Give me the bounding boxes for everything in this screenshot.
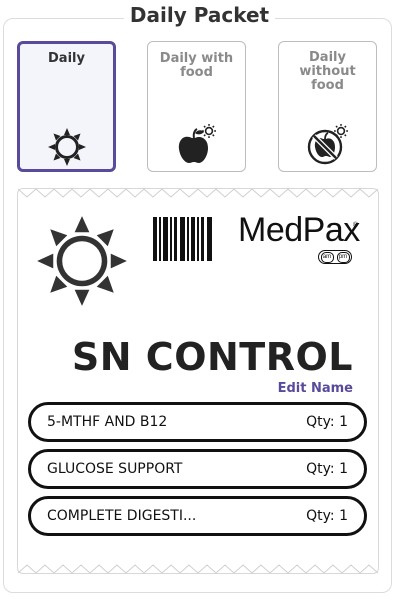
packet-top-edge: [18, 188, 379, 198]
option-daily-with-food-label: Daily with food: [159, 51, 234, 80]
sun-icon-large: [37, 216, 127, 306]
supplement-item[interactable]: 5-MTHF AND B12 Qty: 1: [28, 402, 367, 442]
option-daily-without-food-label: Daily without food: [299, 50, 356, 93]
barcode-icon: [153, 217, 212, 261]
supplement-name: 5-MTHF AND B12: [47, 414, 168, 430]
supplement-item[interactable]: GLUCOSE SUPPORT Qty: 1: [28, 449, 367, 489]
supplement-name: COMPLETE DIGESTI...: [47, 508, 197, 524]
title-text: Daily Packet: [123, 3, 276, 27]
option-daily[interactable]: Daily: [17, 41, 116, 172]
am-pm-badge: am pm: [318, 250, 352, 264]
registered-mark: ®: [353, 222, 359, 229]
edit-name-link[interactable]: Edit Name: [278, 381, 353, 396]
apple-sun-icon: [178, 124, 216, 163]
option-daily-without-food[interactable]: Daily without food: [278, 41, 377, 172]
medpax-logo: MedPax: [238, 211, 360, 249]
packet-name: SN CONTROL: [71, 335, 353, 379]
page-title: Daily Packet: [0, 3, 399, 27]
supplement-item[interactable]: COMPLETE DIGESTI... Qty: 1: [28, 496, 367, 536]
no-food-icon: [307, 124, 348, 165]
supplement-qty: Qty: 1: [306, 508, 348, 524]
supplement-qty: Qty: 1: [306, 461, 348, 477]
packet-bottom-edge: [18, 564, 379, 574]
option-daily-with-food[interactable]: Daily with food: [147, 41, 246, 172]
supplement-qty: Qty: 1: [306, 414, 348, 430]
supplement-name: GLUCOSE SUPPORT: [47, 461, 183, 477]
am-label: am: [320, 251, 334, 263]
option-daily-label: Daily: [48, 51, 85, 66]
sun-icon: [47, 128, 86, 166]
pm-label: pm: [336, 251, 350, 263]
